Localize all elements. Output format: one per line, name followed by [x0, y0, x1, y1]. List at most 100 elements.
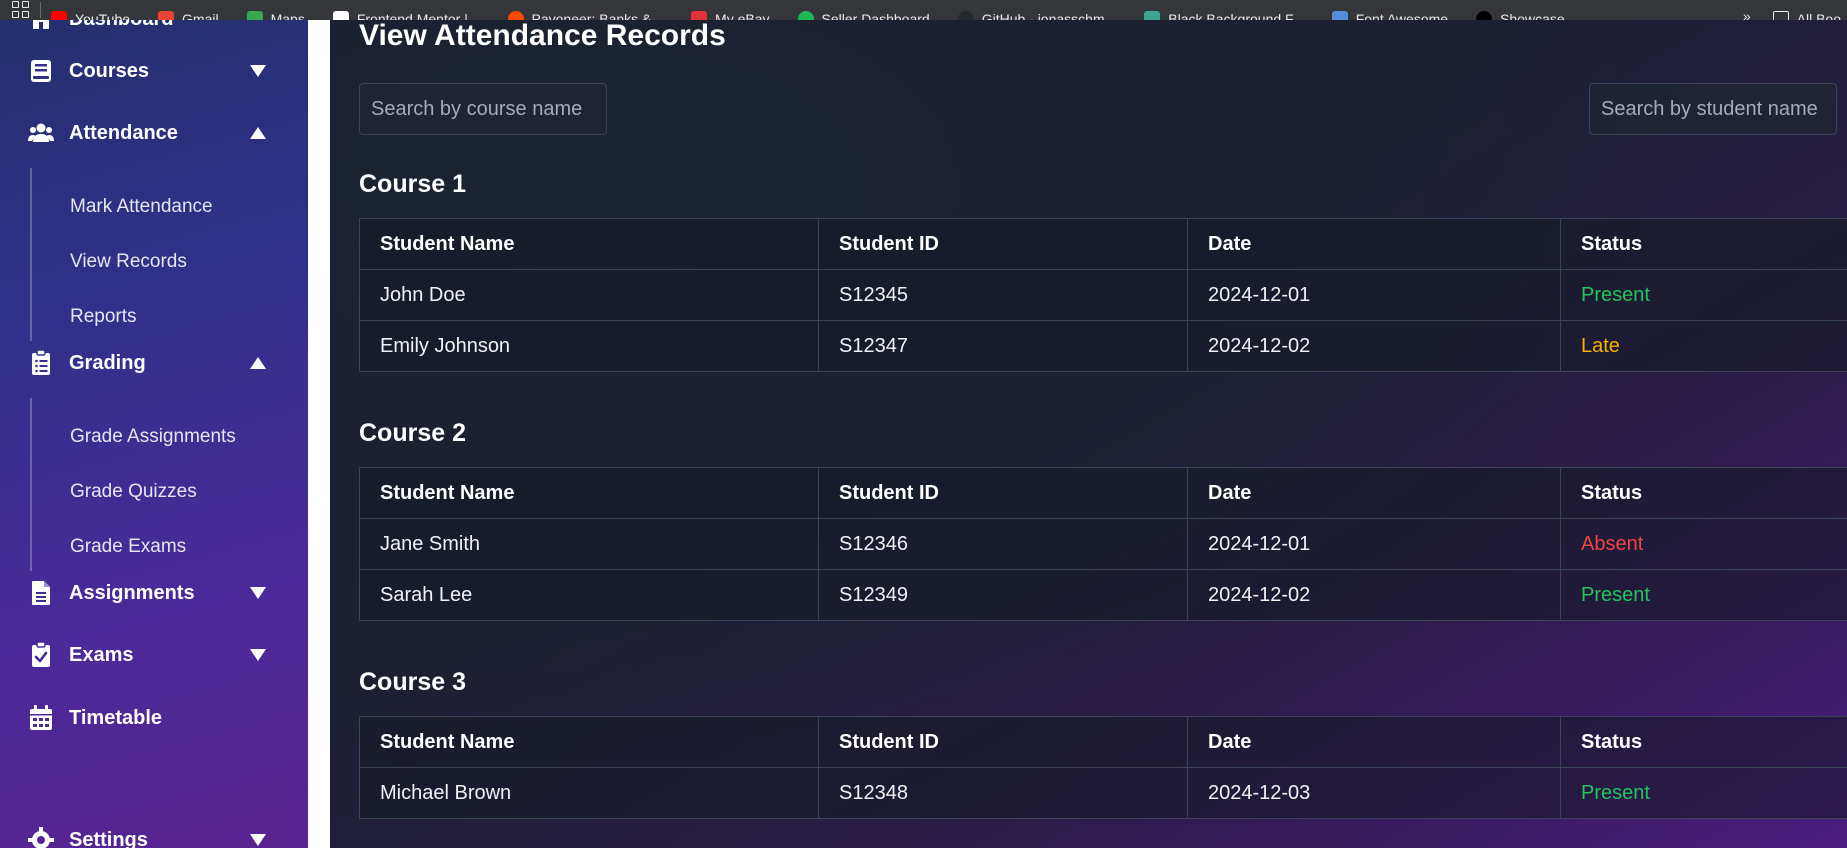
calendar-icon	[28, 705, 54, 731]
sidebar-subitem-grade-assignments[interactable]: Grade Assignments	[70, 426, 236, 448]
table-row: Sarah Lee S12349 2024-12-02 Present	[359, 569, 1847, 621]
bookmark-label: Maps	[270, 11, 305, 20]
sidebar-subitem-grade-exams[interactable]: Grade Exams	[70, 536, 186, 558]
book-icon	[28, 58, 54, 84]
bookmark-github[interactable]: GitHub - jonasschm...	[957, 11, 1117, 20]
sidebar-item-label: Dashboard	[69, 20, 173, 31]
all-bookmarks-button[interactable]: All Boo	[1772, 11, 1841, 20]
table-header-row: Student Name Student ID Date Status	[359, 467, 1847, 519]
bookmark-showcase[interactable]: Showcase	[1476, 11, 1565, 20]
bookmark-frontend-mentor[interactable]: Frontend Mentor |...	[332, 11, 480, 20]
status-present: Present	[1560, 269, 1847, 321]
status-absent: Absent	[1560, 518, 1847, 570]
status-present: Present	[1560, 767, 1847, 819]
bookmark-label: Gmail	[182, 11, 219, 20]
sidebar-subitem-mark-attendance[interactable]: Mark Attendance	[70, 196, 213, 218]
sidebar: Dashboard Courses Attendance Mark Attend…	[0, 20, 308, 848]
column-header-student-name: Student Name	[359, 467, 819, 519]
cell-date: 2024-12-02	[1187, 320, 1561, 372]
column-header-student-id: Student ID	[818, 467, 1188, 519]
all-bookmarks-label: All Boo	[1796, 11, 1841, 20]
sidebar-item-exams[interactable]: Exams	[0, 635, 308, 675]
sidebar-item-label: Settings	[69, 828, 148, 848]
sidebar-item-assignments[interactable]: Assignments	[0, 573, 308, 613]
sidebar-subitem-view-records[interactable]: View Records	[70, 251, 187, 273]
course-heading: Course 1	[359, 170, 466, 198]
column-header-status: Status	[1560, 218, 1847, 270]
table-header-row: Student Name Student ID Date Status	[359, 218, 1847, 270]
cell-student-id: S12347	[818, 320, 1188, 372]
sidebar-item-label: Grading	[69, 351, 146, 374]
payoneer-icon	[507, 11, 524, 20]
cell-date: 2024-12-03	[1187, 767, 1561, 819]
file-text-icon	[28, 580, 54, 606]
cell-student-name: Jane Smith	[359, 518, 819, 570]
chevron-down-icon	[250, 65, 266, 77]
home-icon	[28, 20, 54, 32]
course-heading: Course 2	[359, 419, 466, 447]
apps-grid-icon[interactable]	[12, 1, 32, 18]
table-row: Jane Smith S12346 2024-12-01 Absent	[359, 518, 1847, 570]
bookmark-label: GitHub - jonasschm...	[981, 11, 1117, 20]
bookmark-seller-dashboard[interactable]: Seller Dashboard	[797, 11, 930, 20]
youtube-icon	[51, 11, 67, 20]
sidebar-item-label: Timetable	[69, 706, 162, 729]
table-row: Michael Brown S12348 2024-12-03 Present	[359, 767, 1847, 819]
cell-date: 2024-12-01	[1187, 269, 1561, 321]
sidebar-item-attendance[interactable]: Attendance	[0, 113, 308, 153]
grading-submenu-line	[30, 398, 32, 571]
bookmark-gmail[interactable]: Gmail	[158, 11, 219, 20]
search-course-input[interactable]	[359, 83, 607, 135]
chevron-up-icon	[250, 357, 266, 369]
chevron-down-icon	[250, 649, 266, 661]
clipboard-check-icon	[28, 642, 54, 668]
bookmark-font-awesome[interactable]: Font Awesome	[1331, 11, 1448, 20]
sidebar-item-timetable[interactable]: Timetable	[0, 698, 308, 738]
gmail-icon	[158, 11, 175, 20]
sidebar-item-courses[interactable]: Courses	[0, 51, 308, 91]
bookmark-label: YouTube	[75, 11, 131, 20]
bookmark-label: Payoneer: Banks &...	[531, 11, 664, 20]
attendance-submenu-line	[30, 168, 32, 341]
chevron-down-icon	[250, 587, 266, 599]
bookmark-black-background[interactable]: Black Background F...	[1144, 11, 1304, 20]
course-heading: Course 3	[359, 668, 466, 696]
sidebar-subitem-grade-quizzes[interactable]: Grade Quizzes	[70, 481, 197, 503]
bookmarks-overflow-button[interactable]: »	[1743, 8, 1751, 20]
cell-student-id: S12348	[818, 767, 1188, 819]
sidebar-item-settings[interactable]: Settings	[0, 820, 308, 848]
sidebar-item-grading[interactable]: Grading	[0, 343, 308, 383]
chevron-up-icon	[250, 127, 266, 139]
bookmark-payoneer[interactable]: Payoneer: Banks &...	[507, 11, 664, 20]
cell-student-name: Sarah Lee	[359, 569, 819, 621]
black-background-icon	[1144, 11, 1161, 20]
sidebar-subitem-reports[interactable]: Reports	[70, 306, 137, 328]
clipboard-list-icon	[28, 350, 54, 376]
table-row: John Doe S12345 2024-12-01 Present	[359, 269, 1847, 321]
sidebar-item-label: Exams	[69, 643, 134, 666]
column-header-status: Status	[1560, 716, 1847, 768]
column-header-date: Date	[1187, 467, 1561, 519]
bookmark-my-ebay[interactable]: My eBay	[691, 11, 770, 20]
cell-date: 2024-12-02	[1187, 569, 1561, 621]
bookmark-maps[interactable]: Maps	[246, 11, 305, 20]
search-student-input[interactable]	[1589, 83, 1837, 135]
attendance-table: Student Name Student ID Date Status Jane…	[359, 467, 1847, 621]
cell-student-id: S12349	[818, 569, 1188, 621]
table-row: Emily Johnson S12347 2024-12-02 Late	[359, 320, 1847, 372]
bookmarks-divider	[40, 2, 41, 18]
column-header-student-name: Student Name	[359, 716, 819, 768]
bookmark-youtube[interactable]: YouTube	[51, 11, 130, 20]
cell-student-id: S12346	[818, 518, 1188, 570]
column-header-date: Date	[1187, 218, 1561, 270]
sidebar-item-dashboard[interactable]: Dashboard	[0, 20, 308, 39]
frontend-mentor-icon	[332, 11, 349, 20]
table-header-row: Student Name Student ID Date Status	[359, 716, 1847, 768]
ebay-icon	[691, 11, 708, 20]
attendance-table: Student Name Student ID Date Status John…	[359, 218, 1847, 372]
sidebar-item-label: Courses	[69, 59, 150, 82]
folder-icon	[1772, 11, 1789, 20]
cell-student-name: Michael Brown	[359, 767, 819, 819]
sidebar-item-label: Attendance	[69, 121, 178, 144]
github-icon	[957, 11, 974, 20]
